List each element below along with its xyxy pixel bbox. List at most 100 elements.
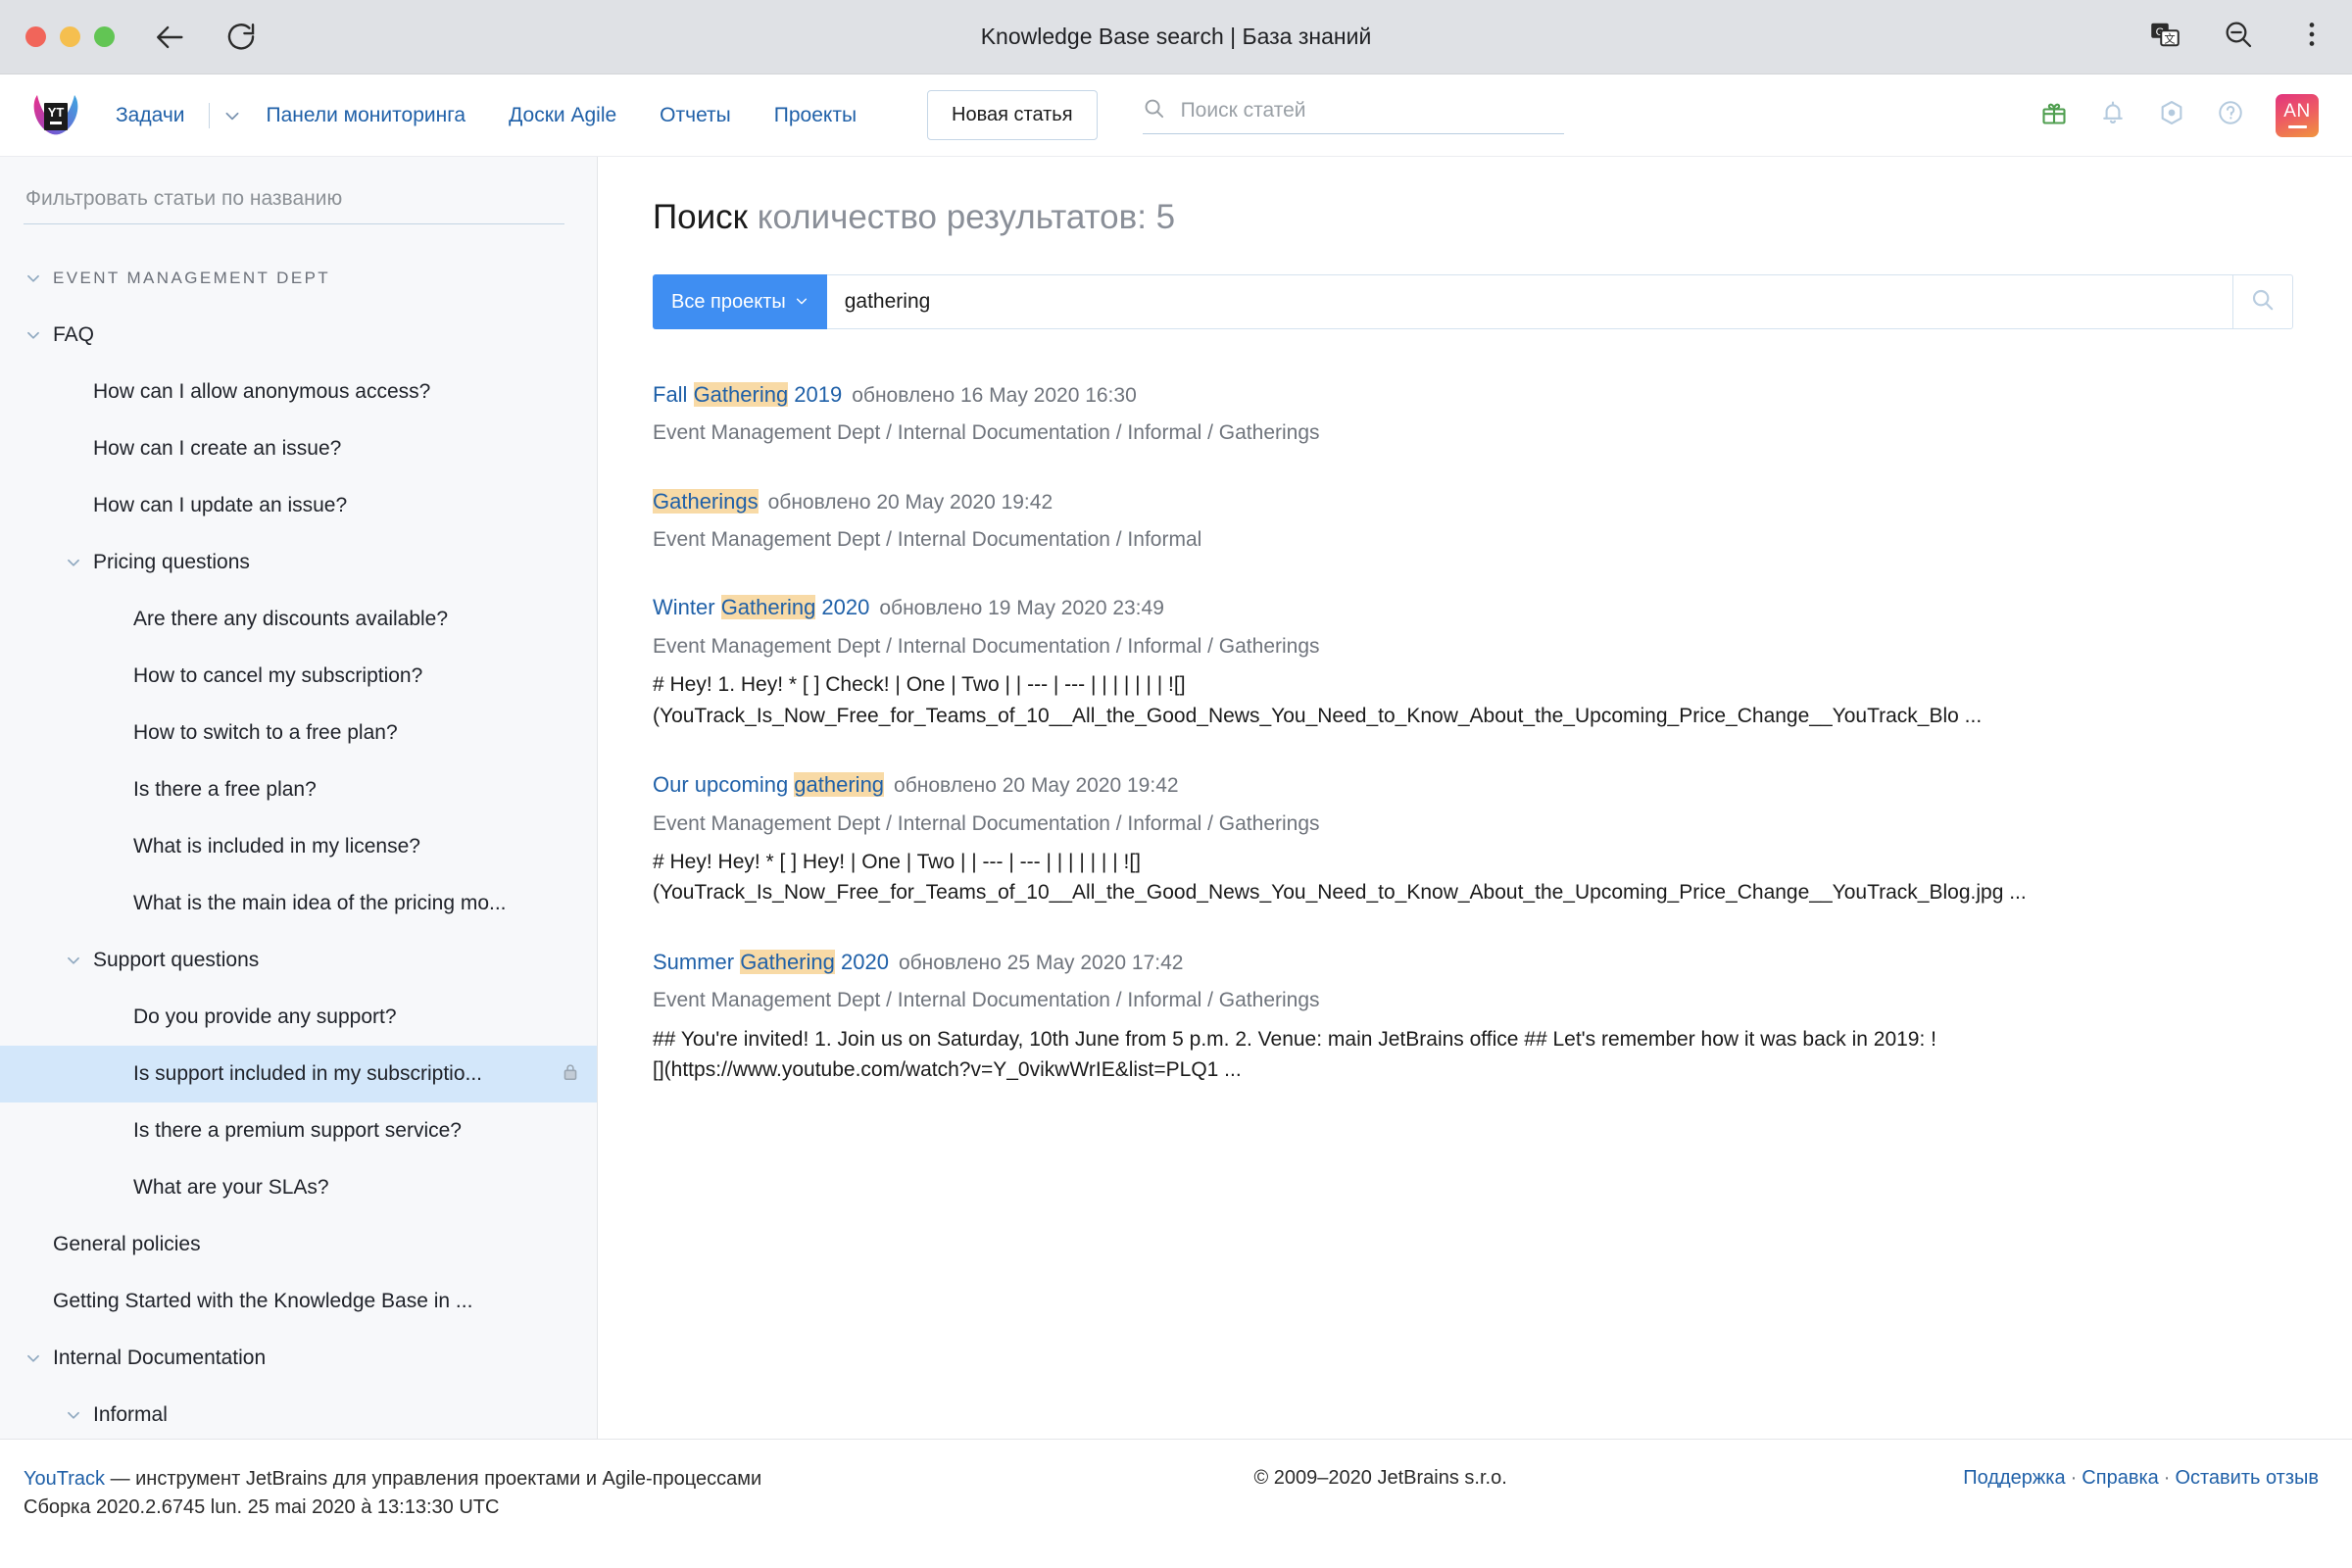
result-snippet-line: # Hey! Hey! * [ ] Hey! | One | Two | | -… [653, 850, 1142, 873]
zoom-out-icon[interactable] [2223, 19, 2254, 55]
result-title-before: Summer [653, 949, 741, 974]
result-title-link[interactable]: Fall Gathering 2019 [653, 382, 842, 407]
page-title: Knowledge Base search | База знаний [980, 24, 1372, 49]
sidebar-tree-item[interactable]: How to cancel my subscription? [0, 648, 597, 705]
sidebar-tree-item[interactable]: How can I create an issue? [0, 420, 597, 477]
result-title-link[interactable]: Our upcoming gathering [653, 772, 885, 798]
result-title-link[interactable]: Winter Gathering 2020 [653, 595, 869, 620]
chevron-down-icon[interactable] [54, 952, 93, 969]
sidebar-tree-item[interactable]: What are your SLAs? [0, 1159, 597, 1216]
back-arrow-icon[interactable] [154, 21, 187, 54]
chevron-down-icon[interactable] [208, 102, 245, 128]
nav-item-agile-boards[interactable]: Доски Agile [487, 104, 638, 127]
article-search-box[interactable] [1142, 97, 1564, 134]
sidebar-tree-item[interactable]: Internal Documentation [0, 1330, 597, 1387]
result-header: Our upcoming gathering обновлено 20 May 2… [653, 770, 2293, 800]
new-article-button[interactable]: Новая статья [927, 90, 1098, 140]
chevron-down-icon[interactable] [14, 326, 53, 344]
nav-item-projects[interactable]: Проекты [753, 104, 878, 127]
search-input[interactable] [1178, 97, 1564, 123]
chevron-down-icon[interactable] [54, 1406, 93, 1424]
help-icon[interactable] [2217, 99, 2244, 131]
filter-articles-input[interactable] [24, 186, 564, 224]
result-snippet-line: (YouTrack_Is_Now_Free_for_Teams_of_10__A… [653, 881, 2027, 905]
nav-item-dashboards[interactable]: Панели мониторинга [245, 104, 488, 127]
sidebar-tree-item[interactable]: How to switch to a free plan? [0, 705, 597, 761]
close-window-button[interactable] [25, 26, 46, 47]
sidebar-tree-item[interactable]: What is included in my license? [0, 818, 597, 875]
sidebar-section-header[interactable]: EVENT MANAGEMENT DEPT [0, 250, 597, 307]
sidebar-tree-item[interactable]: Is support included in my subscriptio... [0, 1046, 597, 1102]
sidebar-tree-item[interactable]: Informal [0, 1387, 597, 1439]
sidebar-tree-item[interactable]: Is there a premium support service? [0, 1102, 597, 1159]
search-submit-button[interactable] [2232, 274, 2293, 329]
search-icon [1143, 97, 1165, 124]
minimize-window-button[interactable] [60, 26, 80, 47]
result-breadcrumb-path: Event Management Dept / Internal Documen… [653, 989, 1320, 1012]
result-header: Gatherings обновлено 20 May 2020 19:42 [653, 487, 2293, 516]
sidebar-item-label: How can I update an issue? [93, 494, 348, 516]
nav-item-issues[interactable]: Задачи [116, 104, 207, 127]
search-result-item: Gatherings обновлено 20 May 2020 19:42 Eve… [653, 487, 2293, 555]
articles-tree: EVENT MANAGEMENT DEPT FAQ How can I allow … [0, 250, 597, 1439]
search-results-list: Fall Gathering 2019 обновлено 16 May 2020… [653, 380, 2293, 1086]
sidebar-item-label: Is there a free plan? [133, 778, 317, 801]
sidebar-tree-item[interactable]: How can I update an issue? [0, 477, 597, 534]
result-title-before: Fall [653, 382, 694, 407]
sidebar-tree-item[interactable]: Support questions [0, 932, 597, 989]
bell-icon[interactable] [2099, 99, 2127, 131]
sidebar-item-label: EVENT MANAGEMENT DEPT [53, 269, 331, 287]
result-title-highlight: Gathering [693, 382, 789, 407]
result-title-after: 2020 [834, 949, 889, 974]
chevron-down-icon[interactable] [14, 270, 53, 287]
sidebar-tree-item[interactable]: Do you provide any support? [0, 989, 597, 1046]
footer-build: Сборка 2020.2.6745 lun. 25 mai 2020 à 13… [24, 1496, 500, 1518]
search-icon [2250, 287, 2276, 318]
sidebar-tree-item[interactable]: FAQ [0, 307, 597, 364]
result-snippet-line: (YouTrack_Is_Now_Free_for_Teams_of_10__A… [653, 704, 1983, 727]
svg-text:YT: YT [48, 105, 65, 120]
avatar-underscore [2287, 125, 2307, 128]
footer-link-support[interactable]: Поддержка [1963, 1467, 2065, 1489]
footer-link-help[interactable]: Справка [2082, 1467, 2158, 1489]
result-breadcrumb-path: Event Management Dept / Internal Documen… [653, 528, 1202, 552]
result-title-link[interactable]: Summer Gathering 2020 [653, 949, 889, 974]
chevron-down-icon[interactable] [14, 1349, 53, 1367]
youtrack-link[interactable]: YouTrack [24, 1468, 105, 1490]
sidebar-tree-item[interactable]: General policies [0, 1216, 597, 1273]
nav-item-reports[interactable]: Отчеты [638, 104, 753, 127]
footer-link-feedback[interactable]: Оставить отзыв [2175, 1467, 2319, 1489]
sidebar-item-label: What are your SLAs? [133, 1176, 329, 1199]
sidebar: EVENT MANAGEMENT DEPT FAQ How can I allow … [0, 157, 598, 1439]
nav-group-issues: Задачи [116, 102, 245, 128]
search-result-item: Summer Gathering 2020 обновлено 25 May 20… [653, 948, 2293, 1086]
kebab-menu-icon[interactable] [2297, 20, 2327, 54]
sidebar-tree-item[interactable]: Pricing questions [0, 534, 597, 591]
sidebar-tree-item[interactable]: Are there any discounts available? [0, 591, 597, 648]
translate-icon[interactable]: G 文 [2150, 20, 2180, 54]
sidebar-tree-item[interactable]: Is there a free plan? [0, 761, 597, 818]
sidebar-tree-item[interactable]: Getting Started with the Knowledge Base … [0, 1273, 597, 1330]
sidebar-item-label: Do you provide any support? [133, 1005, 397, 1028]
maximize-window-button[interactable] [94, 26, 115, 47]
main-navigation: Задачи Панели мониторинга Доски Agile От… [116, 102, 878, 128]
chevron-down-icon[interactable] [54, 554, 93, 571]
result-breadcrumb-path: Event Management Dept / Internal Documen… [653, 634, 1320, 658]
search-query-input[interactable] [826, 274, 2232, 329]
browser-toolbar: Knowledge Base search | База знаний G 文 [0, 0, 2352, 74]
settings-hexagon-icon[interactable] [2158, 99, 2185, 131]
result-title-link[interactable]: Gatherings [653, 488, 759, 514]
heading-search-word: Поиск [653, 198, 748, 236]
reload-icon[interactable] [224, 21, 258, 54]
search-result-item: Fall Gathering 2019 обновлено 16 May 2020… [653, 380, 2293, 448]
avatar[interactable]: AN [2276, 93, 2319, 137]
youtrack-logo[interactable]: YT [29, 89, 82, 142]
page-layout: EVENT MANAGEMENT DEPT FAQ How can I allow … [0, 157, 2352, 1439]
project-filter-button[interactable]: Все проекты [653, 274, 827, 329]
sidebar-tree-item[interactable]: How can I allow anonymous access? [0, 364, 597, 420]
gift-icon[interactable] [2040, 99, 2068, 131]
sidebar-tree-item[interactable]: What is the main idea of the pricing mo.… [0, 875, 597, 932]
result-header: Winter Gathering 2020 обновлено 19 May 20… [653, 593, 2293, 622]
search-result-item: Our upcoming gathering обновлено 20 May 2… [653, 770, 2293, 908]
footer: YouTrack — инструмент JetBrains для упра… [0, 1439, 2352, 1568]
